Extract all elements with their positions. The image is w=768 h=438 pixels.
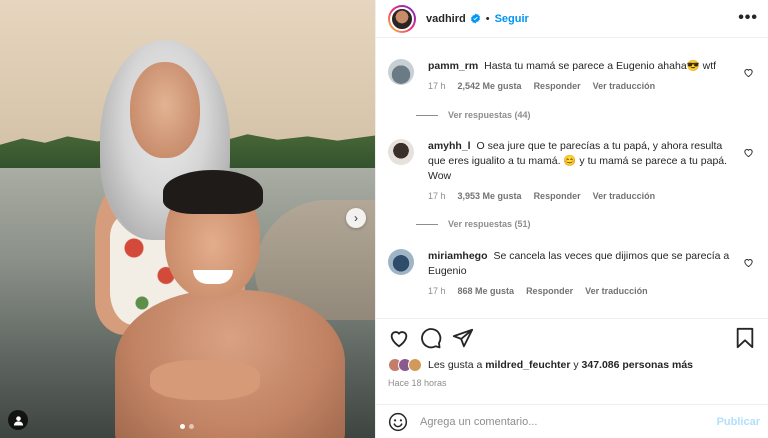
liker-avatar [408, 358, 422, 372]
comment-time: 17 h [428, 81, 446, 91]
comment-meta: 17 h 868 Me gusta Responder Ver traducci… [428, 284, 738, 299]
user-tag-button[interactable] [8, 410, 28, 430]
likes-count[interactable]: 347.086 personas más [582, 359, 694, 371]
view-replies-button[interactable]: Ver respuestas (51) [416, 219, 531, 229]
post-timestamp[interactable]: Hace 18 horas [388, 378, 447, 388]
emoji-icon[interactable] [388, 412, 408, 432]
comment-username[interactable]: amyhh_l [428, 140, 471, 152]
comment-likes[interactable]: 2,542 Me gusta [458, 79, 522, 94]
comment-likes[interactable]: 3,953 Me gusta [458, 189, 522, 204]
share-icon [452, 328, 474, 348]
like-button[interactable] [388, 327, 410, 349]
view-replies-label: Ver respuestas (51) [448, 219, 531, 229]
comment-body: miriamhego Se cancela las veces que diji… [428, 249, 738, 299]
bookmark-icon [736, 327, 754, 349]
comment-input[interactable] [420, 415, 700, 428]
comment-reply-button[interactable]: Responder [534, 189, 581, 204]
author-avatar[interactable] [388, 4, 416, 33]
photo-hands [150, 360, 260, 400]
post-detail-panel: vadhird • Seguir ••• pamm_rm Hasta tu ma… [375, 0, 768, 438]
comment-avatar[interactable] [388, 249, 414, 275]
chevron-right-icon: › [354, 211, 358, 225]
comment-time: 17 h [428, 286, 446, 296]
carousel-dot [189, 424, 194, 429]
add-comment-bar: Publicar [376, 404, 768, 438]
comment-body: amyhh_l O sea jure que te parecías a tu … [428, 139, 738, 204]
author-username[interactable]: vadhird [426, 13, 466, 25]
comment-icon [421, 328, 442, 349]
comment-likes[interactable]: 868 Me gusta [458, 284, 515, 299]
user-tag-icon [13, 415, 23, 426]
carousel-dot-active [180, 424, 185, 429]
comment-meta: 17 h 2,542 Me gusta Responder Ver traduc… [428, 79, 738, 94]
photo-man-hair [163, 170, 263, 214]
comments-list[interactable]: pamm_rm Hasta tu mamá se parece a Eugeni… [376, 39, 768, 315]
heart-icon[interactable] [743, 67, 754, 78]
share-button[interactable] [452, 327, 474, 349]
comment-meta: 17 h 3,953 Me gusta Responder Ver traduc… [428, 189, 738, 204]
comment-username[interactable]: miriamhego [428, 250, 488, 262]
comment-avatar[interactable] [388, 139, 414, 165]
view-replies-label: Ver respuestas (44) [448, 110, 531, 120]
post-header: vadhird • Seguir ••• [376, 0, 768, 38]
photo-woman-face [130, 62, 200, 158]
comment-avatar[interactable] [388, 59, 414, 85]
heart-icon[interactable] [743, 257, 754, 268]
save-button[interactable] [734, 327, 756, 349]
likes-prefix: Les gusta a [428, 359, 483, 371]
likes-summary[interactable]: Les gusta a mildred_feuchter y 347.086 p… [388, 358, 693, 372]
post-photo[interactable]: › [0, 0, 375, 438]
comment-text: Hasta tu mamá se parece a Eugenio ahaha😎… [484, 60, 717, 72]
verified-badge-icon [470, 13, 480, 24]
post-actions-bar [376, 318, 768, 358]
heart-icon[interactable] [743, 147, 754, 158]
likes-conjunction: y [573, 359, 579, 371]
comment-time: 17 h [428, 191, 446, 201]
view-replies-button[interactable]: Ver respuestas (44) [416, 110, 531, 120]
header-separator: • [485, 12, 490, 25]
more-options-icon[interactable]: ••• [738, 10, 758, 26]
comment-body: pamm_rm Hasta tu mamá se parece a Eugeni… [428, 59, 738, 94]
follow-button[interactable]: Seguir [495, 13, 529, 25]
replies-line [416, 223, 438, 225]
carousel-indicator [180, 424, 194, 429]
comment-reply-button[interactable]: Responder [526, 284, 573, 299]
carousel-next-button[interactable]: › [346, 208, 366, 228]
publish-button[interactable]: Publicar [717, 416, 760, 428]
comment-text: O sea jure que te parecías a tu papá, y … [428, 140, 728, 182]
heart-icon [390, 331, 408, 348]
comment-translate-button[interactable]: Ver traducción [585, 284, 648, 299]
comment-translate-button[interactable]: Ver traducción [593, 189, 656, 204]
liker-avatars [388, 358, 422, 372]
liker-username[interactable]: mildred_feuchter [485, 359, 570, 371]
comment-button[interactable] [420, 327, 442, 349]
author-avatar-image [390, 6, 414, 31]
comment-username[interactable]: pamm_rm [428, 60, 478, 72]
comment-translate-button[interactable]: Ver traducción [593, 79, 656, 94]
replies-line [416, 114, 438, 116]
comment-reply-button[interactable]: Responder [534, 79, 581, 94]
